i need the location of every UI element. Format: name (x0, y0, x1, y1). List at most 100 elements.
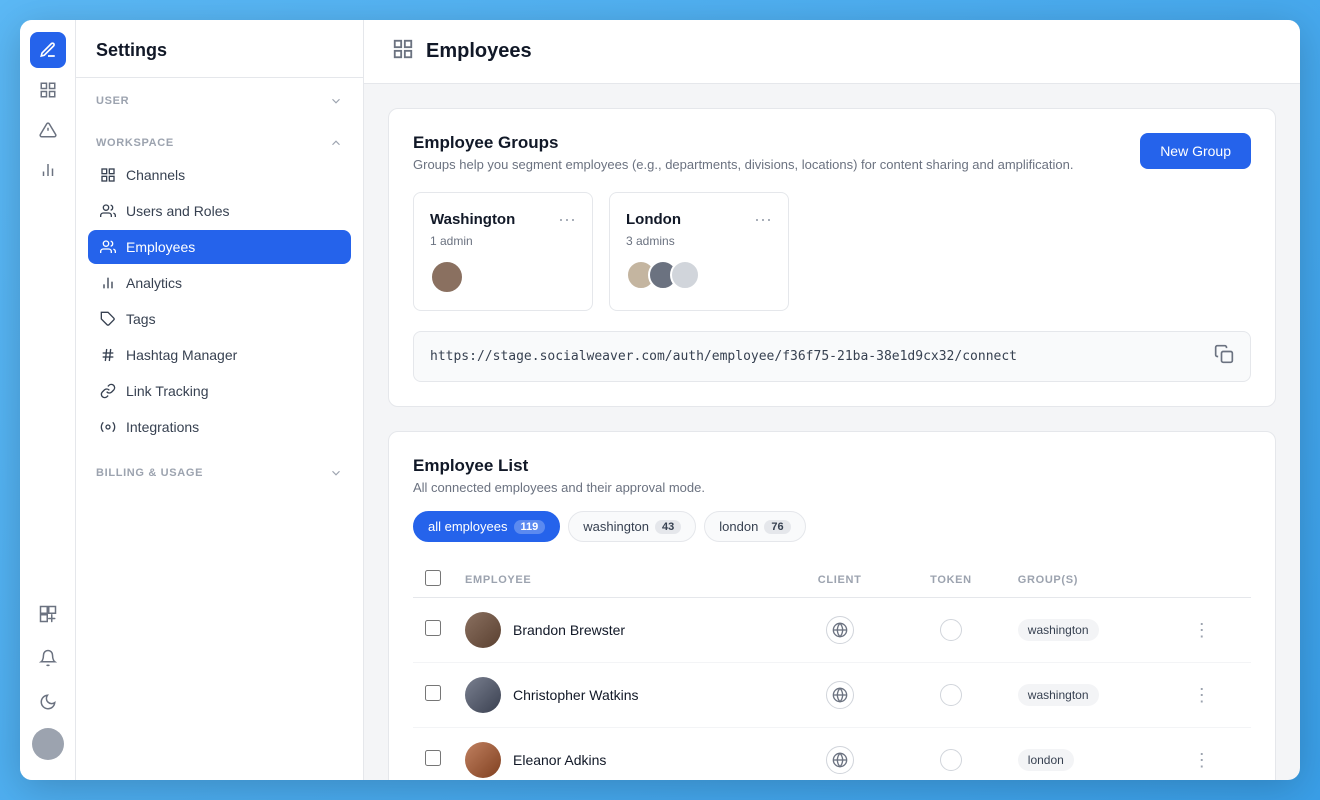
group-badge-3: london (1018, 749, 1074, 771)
employee-avatar-1 (465, 612, 501, 648)
filter-washington[interactable]: washington 43 (568, 511, 696, 542)
invite-url-bar: https://stage.socialweaver.com/auth/empl… (413, 331, 1251, 382)
sidebar-section-user: USER (76, 78, 363, 120)
employee-name-1: Brandon Brewster (513, 622, 625, 638)
london-avatars (626, 260, 772, 290)
icon-rail (20, 20, 76, 780)
washington-avatar-1 (430, 260, 464, 294)
col-employee: EMPLOYEE (453, 562, 783, 598)
washington-avatars (430, 260, 576, 294)
table-row: Christopher Watkins washington ⋮ (413, 663, 1251, 728)
employee-groups-header: Employee Groups Groups help you segment … (413, 133, 1251, 192)
client-icon-2 (826, 681, 854, 709)
employee-avatar-2 (465, 677, 501, 713)
bar-chart-icon[interactable] (30, 152, 66, 188)
token-circle-1 (940, 619, 962, 641)
alert-icon[interactable] (30, 112, 66, 148)
filter-tabs: all employees 119 washington 43 london 7… (413, 511, 1251, 542)
table-row: Brandon Brewster washington ⋮ (413, 598, 1251, 663)
select-all-checkbox[interactable] (425, 570, 441, 586)
moon-icon[interactable] (30, 684, 66, 720)
employee-cell-2: Christopher Watkins (465, 677, 771, 713)
col-groups: GROUP(S) (1006, 562, 1181, 598)
settings-icon[interactable] (30, 32, 66, 68)
employees-header-icon (392, 38, 414, 65)
employee-table-body: Brandon Brewster washington ⋮ (413, 598, 1251, 781)
grid-icon[interactable] (30, 72, 66, 108)
london-admins: 3 admins (626, 234, 772, 248)
group-card-london: London ··· 3 admins (609, 192, 789, 311)
employee-cell-1: Brandon Brewster (465, 612, 771, 648)
main-content: Employees Employee Groups Groups help yo… (364, 20, 1300, 780)
employee-name-3: Eleanor Adkins (513, 752, 606, 768)
sidebar-title: Settings (76, 20, 363, 78)
sidebar-item-users-and-roles[interactable]: Users and Roles (88, 194, 351, 228)
filter-all-count: 119 (514, 520, 546, 534)
col-token: TOKEN (896, 562, 1006, 598)
token-circle-3 (940, 749, 962, 771)
filter-london-count: 76 (764, 520, 790, 534)
group-badge-2: washington (1018, 684, 1099, 706)
employee-groups-desc: Groups help you segment employees (e.g.,… (413, 157, 1073, 172)
group-badge-1: washington (1018, 619, 1099, 641)
filter-washington-label: washington (583, 519, 649, 534)
sidebar: Settings USER WORKSPACE Channels Users a… (76, 20, 364, 780)
employee-groups-card: Employee Groups Groups help you segment … (388, 108, 1276, 407)
sidebar-item-integrations[interactable]: Integrations (88, 410, 351, 444)
employee-table: EMPLOYEE CLIENT TOKEN GROUP(S) (413, 562, 1251, 780)
filter-all-label: all employees (428, 519, 508, 534)
sidebar-item-analytics[interactable]: Analytics (88, 266, 351, 300)
employee-avatar-3 (465, 742, 501, 778)
group-cards-container: Washington ··· 1 admin London ··· (413, 192, 1251, 311)
row-checkbox-3[interactable] (425, 750, 441, 766)
sidebar-section-workspace: WORKSPACE Channels Users and Roles Emplo… (76, 120, 363, 450)
sidebar-item-hashtag-manager[interactable]: Hashtag Manager (88, 338, 351, 372)
employee-cell-3: Eleanor Adkins (465, 742, 771, 778)
token-circle-2 (940, 684, 962, 706)
washington-group-name: Washington (430, 211, 515, 228)
new-group-button[interactable]: New Group (1140, 133, 1251, 169)
filter-london-label: london (719, 519, 758, 534)
london-avatar-3 (670, 260, 700, 290)
filter-all-employees[interactable]: all employees 119 (413, 511, 560, 542)
washington-admins: 1 admin (430, 234, 576, 248)
filter-washington-count: 43 (655, 520, 681, 534)
group-card-washington: Washington ··· 1 admin (413, 192, 593, 311)
sidebar-section-billing: BILLING & USAGE (76, 450, 363, 492)
row-menu-3[interactable]: ⋮ (1193, 750, 1211, 771)
employee-list-title: Employee List (413, 456, 1251, 476)
filter-london[interactable]: london 76 (704, 511, 805, 542)
sidebar-item-link-tracking[interactable]: Link Tracking (88, 374, 351, 408)
row-menu-1[interactable]: ⋮ (1193, 620, 1211, 641)
client-icon-3 (826, 746, 854, 774)
row-checkbox-2[interactable] (425, 685, 441, 701)
sidebar-item-tags[interactable]: Tags (88, 302, 351, 336)
employee-groups-title: Employee Groups (413, 133, 1073, 153)
apps-icon[interactable] (30, 596, 66, 632)
employee-list-desc: All connected employees and their approv… (413, 480, 1251, 495)
table-head: EMPLOYEE CLIENT TOKEN GROUP(S) (413, 562, 1251, 598)
table-row: Eleanor Adkins london ⋮ (413, 728, 1251, 781)
user-avatar[interactable] (32, 728, 64, 760)
employee-list-card: Employee List All connected employees an… (388, 431, 1276, 780)
main-body: Employee Groups Groups help you segment … (364, 84, 1300, 780)
london-group-name: London (626, 211, 681, 228)
invite-url-text: https://stage.socialweaver.com/auth/empl… (430, 349, 1017, 364)
washington-group-menu[interactable]: ··· (558, 209, 576, 230)
bell-icon[interactable] (30, 640, 66, 676)
copy-icon[interactable] (1214, 344, 1234, 369)
user-section-label: USER (88, 94, 351, 116)
row-menu-2[interactable]: ⋮ (1193, 685, 1211, 706)
london-card-header: London ··· (626, 209, 772, 230)
sidebar-item-channels[interactable]: Channels (88, 158, 351, 192)
col-client: CLIENT (783, 562, 896, 598)
london-group-menu[interactable]: ··· (754, 209, 772, 230)
main-header: Employees (364, 20, 1300, 84)
workspace-section-label: WORKSPACE (88, 136, 351, 158)
row-checkbox-1[interactable] (425, 620, 441, 636)
washington-card-header: Washington ··· (430, 209, 576, 230)
employee-name-2: Christopher Watkins (513, 687, 639, 703)
sidebar-item-employees[interactable]: Employees (88, 230, 351, 264)
main-header-title: Employees (426, 40, 532, 63)
client-icon-1 (826, 616, 854, 644)
